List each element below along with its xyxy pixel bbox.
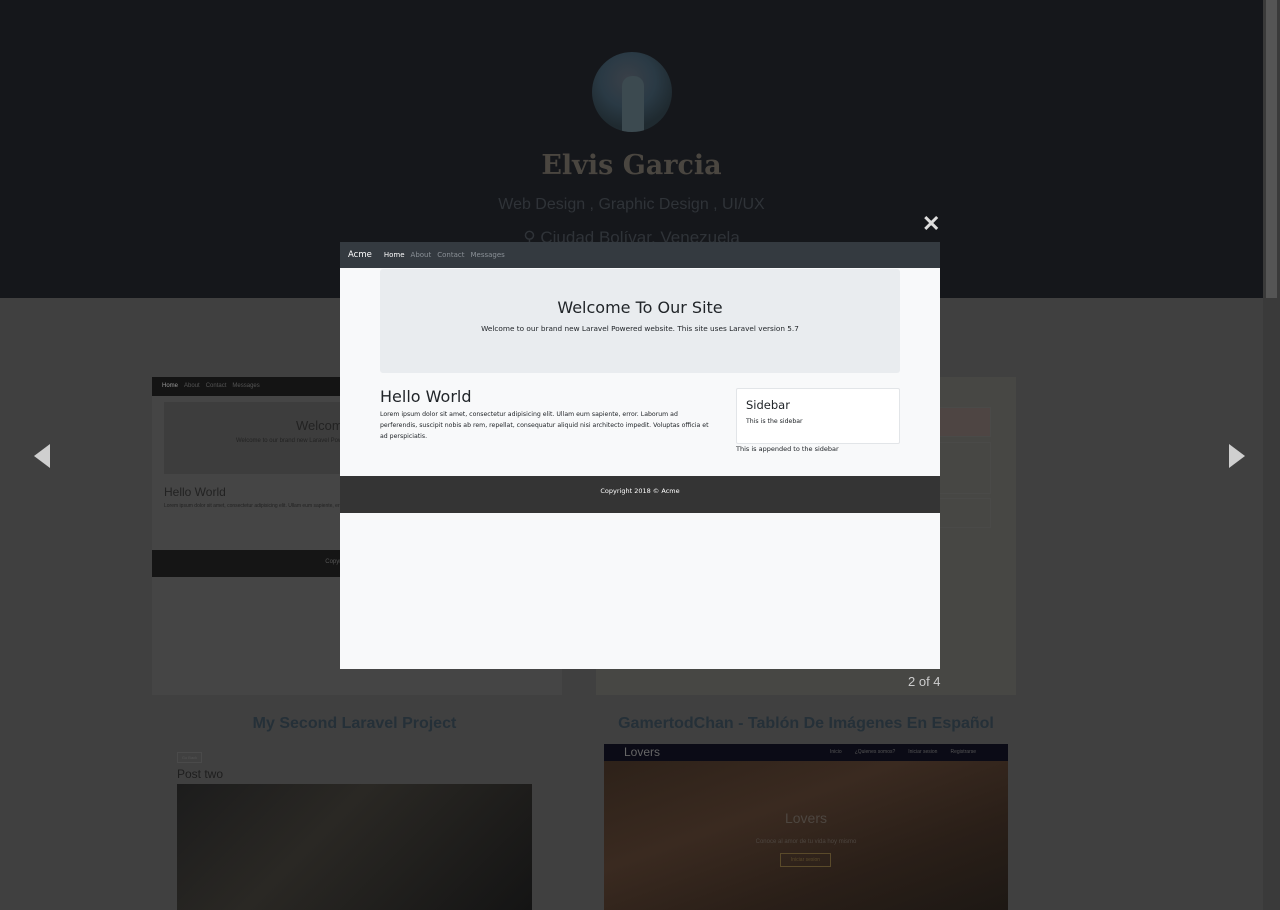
nav-home: Home — [383, 251, 405, 259]
avatar — [592, 52, 672, 132]
lovers-preview: Lovers Inicio ¿Quienes somos? Iniciar sesi… — [604, 744, 1008, 910]
site-navbar: Acme Home About Contact Messages — [340, 242, 940, 268]
preview-text: Lorem ipsum dolor sit amet, consectetur … — [164, 503, 347, 509]
jumbotron-text: Welcome to our brand new Laravel Powered… — [481, 324, 799, 333]
prev-arrow-icon[interactable] — [34, 444, 50, 468]
jumbotron-title: Welcome To Our Site — [557, 298, 723, 317]
lovers-brand: Lovers — [624, 745, 661, 759]
preview-nav-item: Contact — [205, 383, 227, 389]
lovers-hero-title: Lovers — [784, 810, 828, 826]
sidebar-card: Sidebar This is the sidebar — [736, 388, 900, 444]
preview-hello: Hello World — [164, 485, 226, 499]
jumbotron: Welcome To Our Site Welcome to our brand… — [380, 269, 900, 373]
lovers-nav-item: Registrarse — [950, 749, 977, 755]
profile-roles: Web Design , Graphic Design , UI/UX — [498, 196, 765, 213]
sidebar-append: This is appended to the sidebar — [736, 445, 839, 453]
lovers-nav-item: Inicio — [830, 749, 842, 755]
profile-name: Elvis Garcia — [541, 150, 722, 181]
site-brand: Acme — [348, 250, 372, 260]
sidebar-title: Sidebar — [746, 398, 790, 412]
preview-nav-item: About — [184, 383, 200, 389]
project-title-2[interactable]: GamertodChan - Tablón De Imágenes En Esp… — [596, 715, 1016, 733]
go-back-button[interactable]: Go Back — [177, 752, 202, 763]
lightbox-image: Acme Home About Contact Messages Welcome… — [340, 242, 940, 669]
lovers-hero-button: Iniciar sesion — [780, 853, 831, 867]
scrollbar-thumb[interactable] — [1266, 0, 1277, 298]
nav-about: About — [410, 251, 432, 259]
preview-nav-item: Home — [162, 383, 179, 389]
post-title: Post two — [177, 767, 224, 781]
lovers-hero-sub: Conoce al amor de tu vida hoy mismo — [755, 839, 857, 845]
next-arrow-icon[interactable] — [1229, 444, 1245, 468]
close-x-icon[interactable]: ✕ — [922, 211, 940, 237]
main-heading: Hello World — [380, 387, 472, 406]
nav-contact: Contact — [437, 251, 465, 259]
nav-messages: Messages — [470, 251, 505, 259]
scrollbar[interactable] — [1263, 0, 1280, 910]
main-text: Lorem ipsum dolor sit amet, consectetur … — [380, 411, 709, 440]
project-title-1[interactable]: My Second Laravel Project — [152, 715, 557, 733]
post-image — [177, 784, 532, 910]
site-footer: Copyright 2018 © Acme — [340, 476, 940, 513]
lovers-nav-item: ¿Quienes somos? — [854, 749, 896, 755]
preview-nav-item: Messages — [232, 383, 260, 389]
main-content: Hello World Lorem ipsum dolor sit amet, … — [380, 387, 710, 442]
sidebar-text: This is the sidebar — [746, 418, 803, 425]
lightbox-counter: 2 of 4 — [908, 674, 941, 689]
lovers-nav-item: Iniciar sesion — [908, 749, 938, 755]
